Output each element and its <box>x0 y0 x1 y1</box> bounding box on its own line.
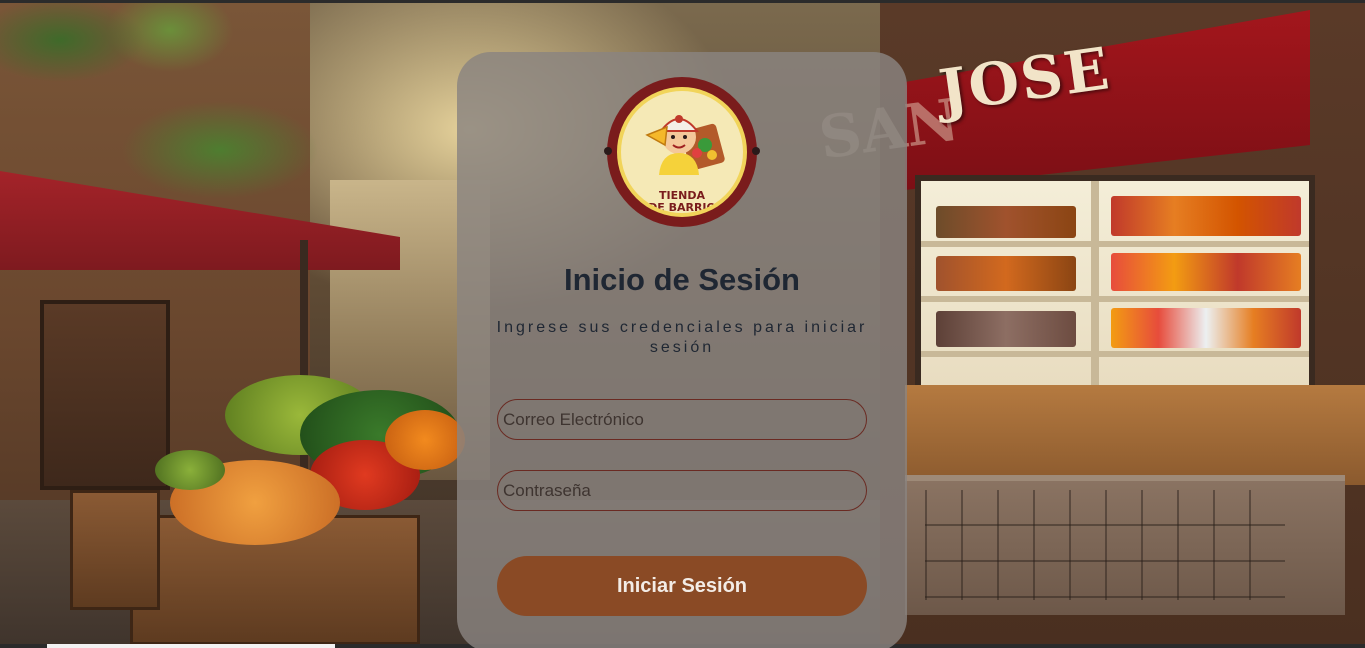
email-field[interactable] <box>497 399 867 440</box>
logo-badge: TIENDA DE BARRIO <box>617 87 747 217</box>
login-card: TIENDA DE BARRIO Inicio de Sesión Ingres… <box>457 52 907 648</box>
bread-counter <box>905 385 1365 485</box>
building-window <box>40 300 170 490</box>
produce-crate <box>70 490 160 610</box>
produce-greens <box>155 450 225 490</box>
store-logo: TIENDA DE BARRIO <box>604 77 760 227</box>
login-button[interactable]: Iniciar Sesión <box>497 556 867 616</box>
login-title: Inicio de Sesión <box>564 262 800 297</box>
counter-tiles <box>925 490 1285 600</box>
store-shelves <box>915 175 1315 395</box>
horizontal-scrollbar-thumb[interactable] <box>47 644 335 648</box>
login-subtitle: Ingrese sus credenciales para iniciar se… <box>496 319 868 356</box>
logo-ring-dot-left <box>604 147 612 155</box>
password-field[interactable] <box>497 470 867 511</box>
logo-ring-dot-right <box>752 147 760 155</box>
produce-oranges <box>385 410 465 470</box>
logo-text-line2: DE BARRIO <box>648 201 716 214</box>
hanging-plants <box>0 0 360 200</box>
top-edge <box>0 0 1365 3</box>
awning-pole <box>300 240 308 500</box>
